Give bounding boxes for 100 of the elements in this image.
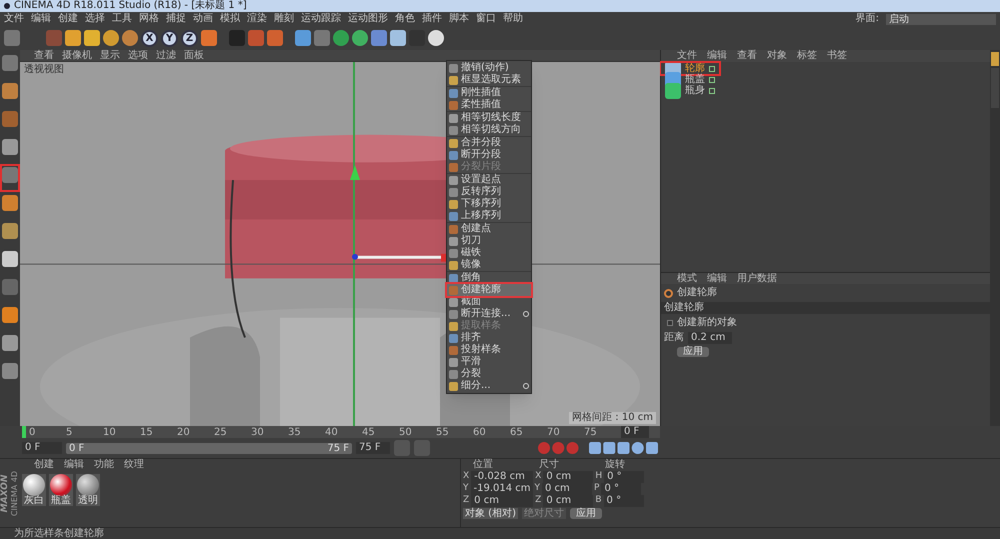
menu-item[interactable]: 创建轮廓 <box>447 284 531 296</box>
viewport-menu-item[interactable]: 面板 <box>184 50 204 62</box>
mode-dropdown[interactable]: 对象 (相对) <box>463 508 518 518</box>
manager-menu-item[interactable]: 编辑 <box>707 50 727 62</box>
manager-menu-item[interactable]: 文件 <box>677 50 697 62</box>
menu-item[interactable]: 撤销(动作) <box>447 62 531 74</box>
menu-item[interactable]: 断开分段 <box>447 149 531 161</box>
menu-item[interactable]: 文件 <box>4 13 24 25</box>
viewport-label: 透视视图 <box>24 64 64 76</box>
frame-tick: 20 <box>177 427 191 438</box>
menu-item[interactable]: 网格 <box>139 13 159 25</box>
menu-item[interactable]: 投射样条 <box>447 344 531 356</box>
menu-item[interactable]: 刚性插值 <box>447 87 531 99</box>
menu-item[interactable]: 柔性插值 <box>447 99 531 111</box>
material-swatch[interactable]: 透明 <box>76 474 100 506</box>
manager-menu-item[interactable]: 查看 <box>737 50 757 62</box>
menu-item[interactable]: 设置起点 <box>447 174 531 186</box>
menu-item[interactable]: 工具 <box>112 13 132 25</box>
menu-item[interactable]: 窗口 <box>476 13 496 25</box>
menu-item[interactable]: 创建 <box>58 13 78 25</box>
frame-tick: 75 <box>584 427 598 438</box>
menu-item[interactable]: 合并分段 <box>447 137 531 149</box>
frame-tick: 50 <box>399 427 413 438</box>
manager-menu-item[interactable]: 模式 <box>677 272 697 284</box>
size-field[interactable]: 0 cm <box>543 494 594 506</box>
manager-menu-item[interactable]: 功能 <box>94 459 114 471</box>
axis-button[interactable]: Z <box>181 30 198 46</box>
distance-field[interactable]: 0.2 cm <box>688 332 732 344</box>
menu-item[interactable]: 选择 <box>85 13 105 25</box>
object-row[interactable]: 轮廓 <box>661 63 719 74</box>
menu-item[interactable]: 上移序列 <box>447 210 531 222</box>
menu-item[interactable]: 渲染 <box>247 13 267 25</box>
menu-item[interactable]: 捕捉 <box>166 13 186 25</box>
manager-menu-item[interactable]: 编辑 <box>707 272 727 284</box>
menu-item[interactable]: 相等切线长度 <box>447 112 531 124</box>
object-row[interactable]: 瓶身 <box>661 85 990 96</box>
menu-item[interactable]: 运动跟踪 <box>301 13 341 25</box>
material-swatch[interactable]: 瓶盖 <box>49 474 73 506</box>
frame-field[interactable]: 0 F <box>22 442 62 454</box>
axis-button[interactable]: X <box>141 30 158 46</box>
rotation-field[interactable]: 0 ° <box>604 470 644 482</box>
manager-menu-item[interactable]: 纹理 <box>124 459 144 471</box>
rotation-field[interactable]: 0 ° <box>604 494 644 506</box>
brand-name: CINEMA 4D <box>10 470 20 516</box>
menu-item[interactable]: 角色 <box>395 13 415 25</box>
menu-item[interactable]: 磁铁 <box>447 247 531 259</box>
menu-item[interactable]: 相等切线方向 <box>447 124 531 136</box>
menu-item[interactable]: 插件 <box>422 13 442 25</box>
frame-tick: 45 <box>362 427 376 438</box>
menu-item[interactable]: 框显选取元素 <box>447 74 531 86</box>
menu-item[interactable]: 倒角 <box>447 272 531 284</box>
position-field[interactable]: 0 cm <box>471 494 534 506</box>
manager-menu-item[interactable]: 书签 <box>827 50 847 62</box>
menu-item[interactable]: 分裂 <box>447 368 531 380</box>
viewport-menu-item[interactable]: 显示 <box>100 50 120 62</box>
size-field[interactable]: 0 cm <box>543 470 594 482</box>
position-field[interactable]: -0.028 cm <box>471 470 534 482</box>
menu-item[interactable]: 平滑 <box>447 356 531 368</box>
axis-button[interactable]: Y <box>161 30 178 46</box>
viewport-menu-item[interactable]: 查看 <box>34 50 54 62</box>
frame-field[interactable]: 75 F <box>356 442 390 454</box>
menu-item[interactable]: 反转序列 <box>447 186 531 198</box>
layout-dropdown[interactable]: 启动 <box>886 14 996 24</box>
position-field[interactable]: -19.014 cm <box>470 482 532 494</box>
size-field[interactable]: 0 cm <box>542 482 592 494</box>
menu-item[interactable]: 细分... <box>447 380 531 392</box>
menu-item[interactable]: 动画 <box>193 13 213 25</box>
menu-item[interactable]: 镜像 <box>447 259 531 271</box>
menu-item[interactable]: 编辑 <box>31 13 51 25</box>
menu-item[interactable]: 断开连接... <box>447 308 531 320</box>
axis-label: H <box>595 471 602 482</box>
menu-item[interactable]: 脚本 <box>449 13 469 25</box>
viewport-menu-item[interactable]: 选项 <box>128 50 148 62</box>
menu-item[interactable]: 排齐 <box>447 332 531 344</box>
frame-field[interactable]: 0 F <box>621 426 649 438</box>
menu-item[interactable]: 帮助 <box>503 13 523 25</box>
menu-item[interactable]: 运动图形 <box>348 13 388 25</box>
manager-menu-item[interactable]: 对象 <box>767 50 787 62</box>
apply-button[interactable]: 应用 <box>677 347 709 357</box>
menu-item[interactable]: 下移序列 <box>447 198 531 210</box>
material-swatch[interactable]: 灰白 <box>22 474 46 506</box>
manager-menu-item[interactable]: 用户数据 <box>737 272 777 284</box>
checkbox[interactable] <box>667 320 673 326</box>
apply-button[interactable]: 应用 <box>570 508 602 518</box>
frame-tick: 10 <box>103 427 117 438</box>
manager-menu-item[interactable]: 创建 <box>34 459 54 471</box>
manager-menu-item[interactable]: 标签 <box>797 50 817 62</box>
axis-label: X <box>463 471 470 482</box>
menu-item[interactable]: 创建点 <box>447 223 531 235</box>
rotation-field[interactable]: 0 ° <box>601 482 642 494</box>
manager-menu-item[interactable]: 编辑 <box>64 459 84 471</box>
menu-item[interactable]: 模拟 <box>220 13 240 25</box>
menu-item[interactable]: 切刀 <box>447 235 531 247</box>
viewport-menu-item[interactable]: 过滤 <box>156 50 176 62</box>
frame-tick: 35 <box>288 427 302 438</box>
menu-item[interactable]: 雕刻 <box>274 13 294 25</box>
viewport-menu-item[interactable]: 摄像机 <box>62 50 92 62</box>
layout-label: 界面: <box>856 13 879 25</box>
frame-tick: 70 <box>547 427 561 438</box>
column-header: 尺寸 <box>538 459 560 470</box>
